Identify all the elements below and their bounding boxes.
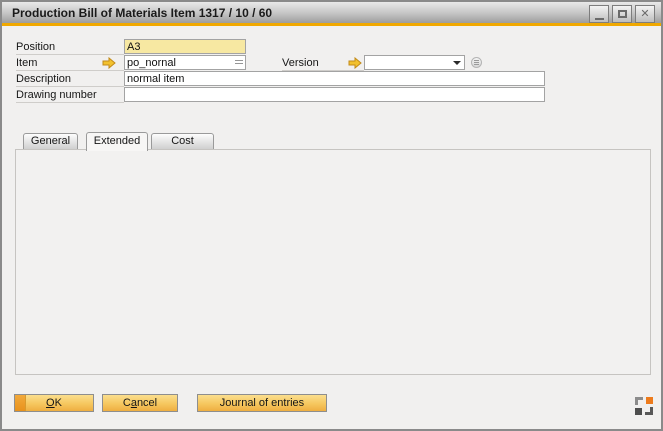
tab-extended[interactable]: Extended — [86, 132, 148, 151]
position-label: Position — [16, 40, 124, 55]
chevron-down-icon — [453, 61, 461, 65]
ok-button[interactable]: OK — [14, 394, 94, 412]
description-input[interactable] — [124, 71, 545, 86]
close-button[interactable]: ✕ — [635, 5, 655, 23]
maximize-icon — [618, 10, 627, 18]
resize-square-orange — [646, 397, 653, 404]
drawing-number-label: Drawing number — [16, 88, 124, 103]
drawing-number-input[interactable] — [124, 87, 545, 102]
description-label: Description — [16, 72, 124, 87]
title-bar: Production Bill of Materials Item 1317 /… — [2, 2, 661, 26]
extended-tab-panel — [15, 149, 651, 375]
item-input[interactable] — [124, 55, 246, 70]
choose-from-list-icon[interactable] — [235, 60, 243, 65]
ok-button-focus-strip — [15, 395, 26, 411]
minimize-icon — [595, 18, 604, 20]
item-link-arrow-icon[interactable] — [102, 57, 116, 69]
resize-corner-top-left — [635, 397, 643, 405]
journal-of-entries-button[interactable]: Journal of entries — [197, 394, 327, 412]
cancel-button[interactable]: Cancel — [102, 394, 178, 412]
version-define-new-icon[interactable] — [471, 57, 482, 68]
resize-square-dark — [635, 408, 642, 415]
close-icon: ✕ — [640, 9, 649, 20]
tab-cost[interactable]: Cost — [151, 133, 214, 150]
maximize-button[interactable] — [612, 5, 632, 23]
minimize-button[interactable] — [589, 5, 609, 23]
version-link-arrow-icon[interactable] — [348, 57, 362, 69]
production-bom-window: Production Bill of Materials Item 1317 /… — [0, 0, 663, 431]
version-dropdown[interactable] — [364, 55, 465, 70]
position-input[interactable] — [124, 39, 246, 54]
resize-corner-bottom-right — [645, 407, 653, 415]
resize-widget-icon[interactable] — [635, 397, 653, 415]
tab-general[interactable]: General — [23, 133, 78, 150]
window-title: Production Bill of Materials Item 1317 /… — [12, 6, 272, 20]
